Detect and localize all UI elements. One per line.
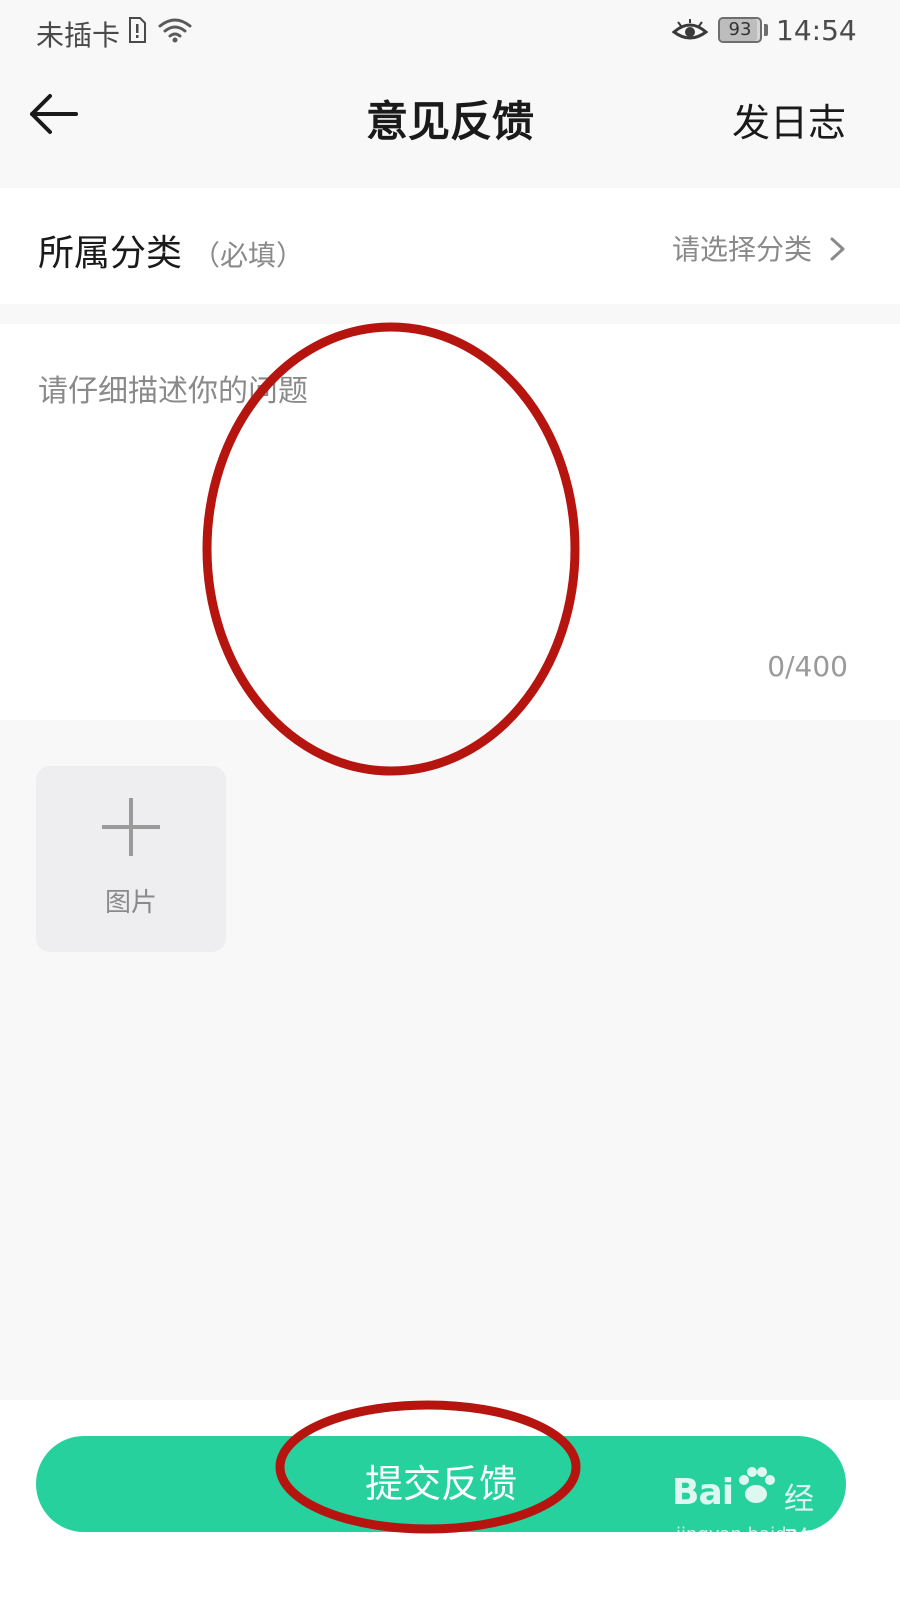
sim-card-icon: [129, 17, 146, 43]
nav-bar: 意见反馈 发日志: [0, 64, 900, 188]
battery-percent: 93: [728, 19, 752, 40]
description-placeholder: 请仔细描述你的问题: [38, 374, 308, 409]
category-label-text: 所属分类: [38, 233, 183, 274]
wifi-icon: [158, 18, 192, 43]
chevron-right-icon: [830, 237, 845, 261]
battery-indicator: 93: [718, 17, 762, 43]
category-label: 所属分类 （必填）: [38, 224, 304, 276]
add-image-label: 图片: [104, 888, 157, 918]
add-image-button[interactable]: 图片: [36, 766, 226, 952]
category-required-hint: （必填）: [192, 239, 305, 272]
status-bar: 未插卡 93 14:54: [0, 0, 900, 64]
carrier-text: 未插卡: [36, 19, 121, 52]
send-log-button[interactable]: 发日志: [732, 92, 846, 147]
category-selector[interactable]: 所属分类 （必填） 请选择分类: [0, 188, 900, 304]
eye-icon: [672, 19, 708, 40]
submit-feedback-button[interactable]: 提交反馈: [36, 1436, 846, 1532]
plus-icon: [102, 798, 160, 856]
description-input[interactable]: 请仔细描述你的问题 0/400: [0, 324, 900, 720]
category-select-placeholder[interactable]: 请选择分类: [672, 228, 812, 268]
battery-tip: [764, 24, 768, 36]
bottom-bar: 提交反馈: [0, 1400, 900, 1600]
clock: 14:54: [776, 14, 857, 47]
char-counter: 0/400: [767, 650, 848, 683]
